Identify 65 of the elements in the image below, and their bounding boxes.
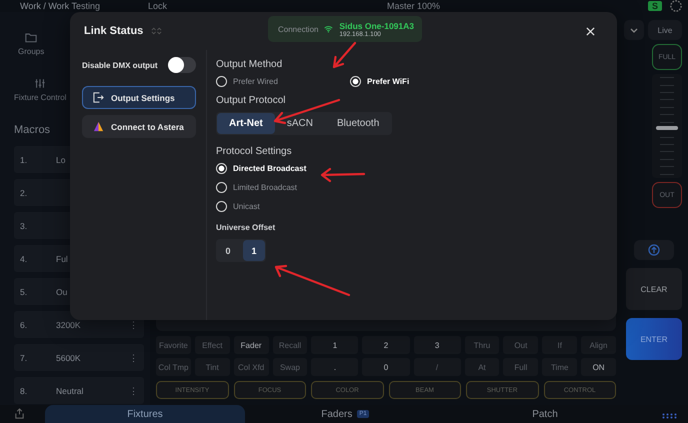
keypad-key[interactable]: ON [581,358,616,376]
section-title: Output Method [216,59,282,70]
connection-label: Connection [278,24,318,34]
annotation-arrow [320,168,366,182]
more-icon[interactable]: ⋮ [129,320,138,330]
arrow-up-icon [648,244,660,256]
breadcrumb[interactable]: Work / Work Testing [20,1,100,11]
radio-option[interactable]: Prefer Wired [216,76,314,87]
protocol-tab[interactable]: Art-Net [217,113,275,134]
keypad-key[interactable]: . [311,358,358,376]
settings-nav-item[interactable]: Output Settings [82,86,196,109]
more-icon[interactable]: ⋮ [129,386,138,396]
keypad-key[interactable]: 3 [414,336,461,354]
sidebar-nav-item[interactable]: Fixture Control [14,78,66,102]
triangle-logo-icon [93,121,104,132]
offset-option[interactable]: 1 [243,240,265,261]
section-title: Universe Offset [216,223,276,232]
live-button[interactable]: Live [648,20,682,40]
fader-track[interactable] [652,74,682,178]
device-name: Sidus One-1091A3 [339,20,414,30]
section-title: Output Protocol [216,95,286,106]
sidebar-nav-item[interactable]: Groups [18,32,44,56]
keypad-key[interactable]: 2 [362,336,410,354]
keypad-key[interactable]: 1 [311,336,358,354]
macro-item[interactable]: 7. 5600K ⋮ [14,344,144,371]
section-title: Macros [14,124,50,136]
section-title: Protocol Settings [216,146,292,157]
macro-item[interactable]: 8. Neutral ⋮ [14,377,144,404]
output-icon [93,92,104,103]
folder-icon [25,32,38,43]
dialog-title: Link Status [84,25,144,37]
annotation-arrow [332,42,356,68]
toggle-switch[interactable] [168,57,196,73]
tab-label: Patch [532,408,558,420]
tab-label: Faders [321,408,352,420]
sliders-icon [34,78,46,89]
tab-label: Fixtures [127,408,163,420]
chevron-down-icon [630,28,638,32]
bottom-tab[interactable]: Fixtures [45,405,245,423]
radio-option[interactable]: Unicast [216,201,306,212]
clear-button[interactable]: CLEAR [626,268,682,310]
enter-button[interactable]: ENTER [626,318,682,360]
status-badge[interactable]: S [648,1,662,11]
color-wheel-icon[interactable] [670,0,682,12]
wifi-icon [324,24,334,34]
radio-option[interactable]: Directed Broadcast [216,163,306,174]
master-level: Master 100% [386,1,440,11]
keypad-key[interactable]: Fader [234,336,269,354]
up-button[interactable] [634,240,674,260]
lock-button[interactable]: Lock [148,1,168,11]
bottom-tab[interactable]: Patch [445,405,645,423]
radio-option[interactable]: Prefer WiFi [350,76,410,87]
protocol-tab[interactable]: Bluetooth [325,113,392,134]
keypad-key[interactable]: 0 [362,358,410,376]
offset-option[interactable]: 0 [217,240,239,261]
close-icon[interactable] [586,27,595,36]
more-icon[interactable]: ⋮ [129,352,138,362]
settings-nav-item[interactable]: Connect to Astera [82,115,196,138]
dropdown-button[interactable] [624,20,644,40]
grid-icon[interactable] [662,413,678,419]
protocol-tab[interactable]: sACN [274,113,326,134]
fader-handle[interactable] [656,126,678,130]
radio-option[interactable]: Limited Broadcast [216,182,306,193]
toggle-label: Disable DMX output [82,60,158,70]
share-icon[interactable] [14,408,25,419]
